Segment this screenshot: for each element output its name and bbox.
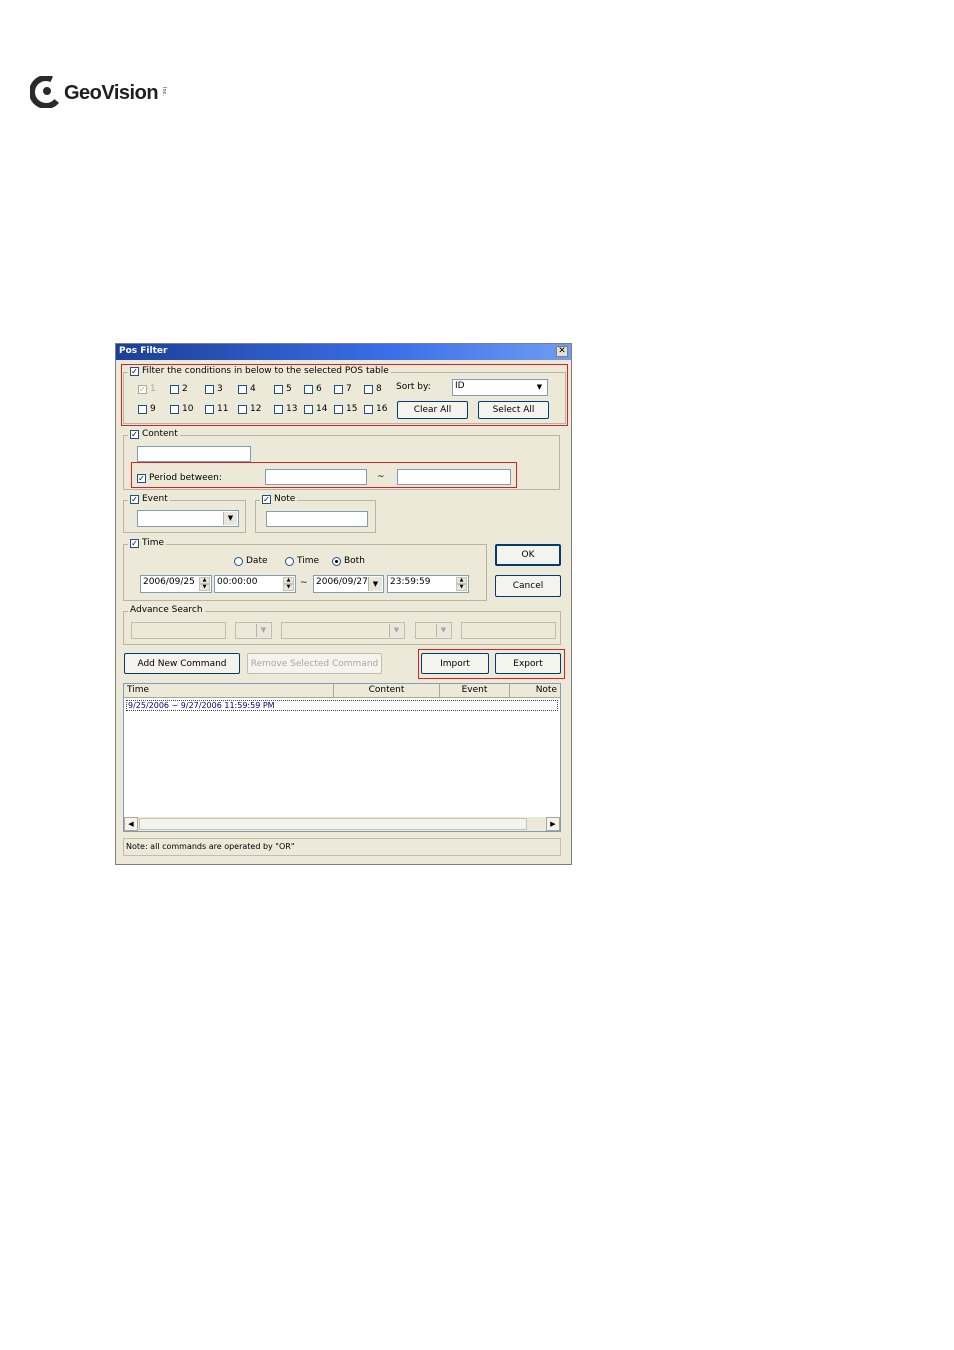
- advance-search-label: Advance Search: [130, 605, 203, 615]
- radio-both-option[interactable]: Both: [332, 556, 365, 566]
- event-select[interactable]: ▼: [137, 510, 239, 527]
- advance-operator-select[interactable]: ▼: [235, 622, 272, 639]
- time-checkbox[interactable]: ✓: [130, 538, 139, 548]
- chevron-down-icon[interactable]: ▼: [389, 624, 403, 637]
- list-header: Time Content Event Note: [124, 684, 560, 698]
- advance-search-legend: Advance Search: [128, 605, 205, 615]
- horizontal-scrollbar[interactable]: ◀ ▶: [124, 817, 560, 831]
- close-button[interactable]: ✕: [556, 346, 568, 357]
- radio-time[interactable]: [285, 556, 294, 566]
- end-time-input[interactable]: 23:59:59 ▲ ▼: [387, 575, 469, 593]
- geovision-logo: GeoVision Inc.: [30, 74, 180, 110]
- note-group: ✓ Note: [255, 494, 376, 533]
- content-label: Content: [142, 429, 178, 439]
- import-export-highlight-box: [418, 649, 565, 679]
- radio-date[interactable]: [234, 556, 243, 566]
- content-checkbox[interactable]: ✓: [130, 429, 139, 439]
- scroll-thumb[interactable]: [139, 818, 527, 830]
- geovision-mark-icon: [30, 76, 62, 108]
- chevron-down-icon[interactable]: ▼: [223, 512, 237, 525]
- advance-field-input[interactable]: [131, 622, 226, 639]
- advance-search-group: Advance Search ▼ ▼ ▼: [123, 605, 561, 645]
- radio-time-label: Time: [297, 556, 320, 566]
- start-time-input[interactable]: 00:00:00 ▲ ▼: [214, 575, 296, 593]
- column-header-content[interactable]: Content: [334, 684, 440, 697]
- radio-both-label: Both: [344, 556, 365, 566]
- content-input[interactable]: [137, 446, 251, 462]
- logo-sub-text: Inc.: [161, 87, 167, 96]
- start-time-spinner[interactable]: ▲ ▼: [283, 577, 294, 591]
- column-header-event[interactable]: Event: [440, 684, 510, 697]
- time-range-dash: ~: [300, 578, 308, 588]
- title-bar[interactable]: Pos Filter ✕: [116, 344, 571, 360]
- advance-logic-select[interactable]: ▼: [415, 622, 452, 639]
- radio-date-option[interactable]: Date: [234, 556, 268, 566]
- remove-selected-command-button[interactable]: Remove Selected Command: [247, 653, 382, 674]
- scroll-right-icon[interactable]: ▶: [546, 817, 560, 831]
- pos-filter-dialog: Pos Filter ✕ ✓ Filter the conditions in …: [115, 343, 572, 865]
- dialog-title: Pos Filter: [119, 346, 168, 356]
- end-time-spinner[interactable]: ▲ ▼: [456, 577, 467, 591]
- time-group: ✓ Time Date Time Both 2006/09/25 ▲ ▼ 00:0…: [123, 538, 487, 601]
- close-icon: ✕: [558, 346, 566, 356]
- scroll-left-icon[interactable]: ◀: [124, 817, 138, 831]
- end-date-value: 2006/09/27: [316, 577, 368, 587]
- command-list: Time Content Event Note 9/25/2006 ~ 9/27…: [123, 683, 561, 832]
- note-input[interactable]: [266, 511, 368, 527]
- radio-both[interactable]: [332, 556, 341, 566]
- period-highlight-box: [131, 462, 517, 488]
- radio-date-label: Date: [246, 556, 268, 566]
- advance-text-input[interactable]: [461, 622, 556, 639]
- note-checkbox[interactable]: ✓: [262, 494, 271, 504]
- column-header-time[interactable]: Time: [124, 684, 334, 697]
- logo-text: GeoVision: [64, 82, 159, 104]
- time-legend: ✓ Time: [128, 538, 167, 548]
- note-legend: ✓ Note: [260, 494, 298, 504]
- add-new-command-button[interactable]: Add New Command: [124, 653, 240, 674]
- cancel-button[interactable]: Cancel: [495, 575, 561, 597]
- chevron-down-icon[interactable]: ▼: [368, 577, 382, 591]
- radio-time-option[interactable]: Time: [285, 556, 319, 566]
- ok-button[interactable]: OK: [495, 544, 561, 566]
- start-date-input[interactable]: 2006/09/25 ▲ ▼: [140, 575, 212, 593]
- end-date-input[interactable]: 2006/09/27 ▼: [313, 575, 384, 593]
- start-date-value: 2006/09/25: [143, 577, 195, 587]
- status-note: Note: all commands are operated by "OR": [123, 838, 561, 856]
- start-date-spinner[interactable]: ▲ ▼: [199, 577, 210, 591]
- note-label: Note: [274, 494, 296, 504]
- event-checkbox[interactable]: ✓: [130, 494, 139, 504]
- filter-highlight-box: [121, 364, 568, 426]
- list-row[interactable]: 9/25/2006 ~ 9/27/2006 11:59:59 PM: [126, 700, 558, 711]
- time-label: Time: [142, 538, 165, 548]
- end-time-value: 23:59:59: [390, 577, 431, 587]
- event-label: Event: [142, 494, 168, 504]
- advance-value-select[interactable]: ▼: [281, 622, 405, 639]
- content-legend: ✓ Content: [128, 429, 180, 439]
- chevron-down-icon[interactable]: ▼: [256, 624, 270, 637]
- event-legend: ✓ Event: [128, 494, 170, 504]
- chevron-down-icon[interactable]: ▼: [436, 624, 450, 637]
- event-group: ✓ Event ▼: [123, 494, 246, 533]
- column-header-note[interactable]: Note: [510, 684, 560, 697]
- start-time-value: 00:00:00: [217, 577, 258, 587]
